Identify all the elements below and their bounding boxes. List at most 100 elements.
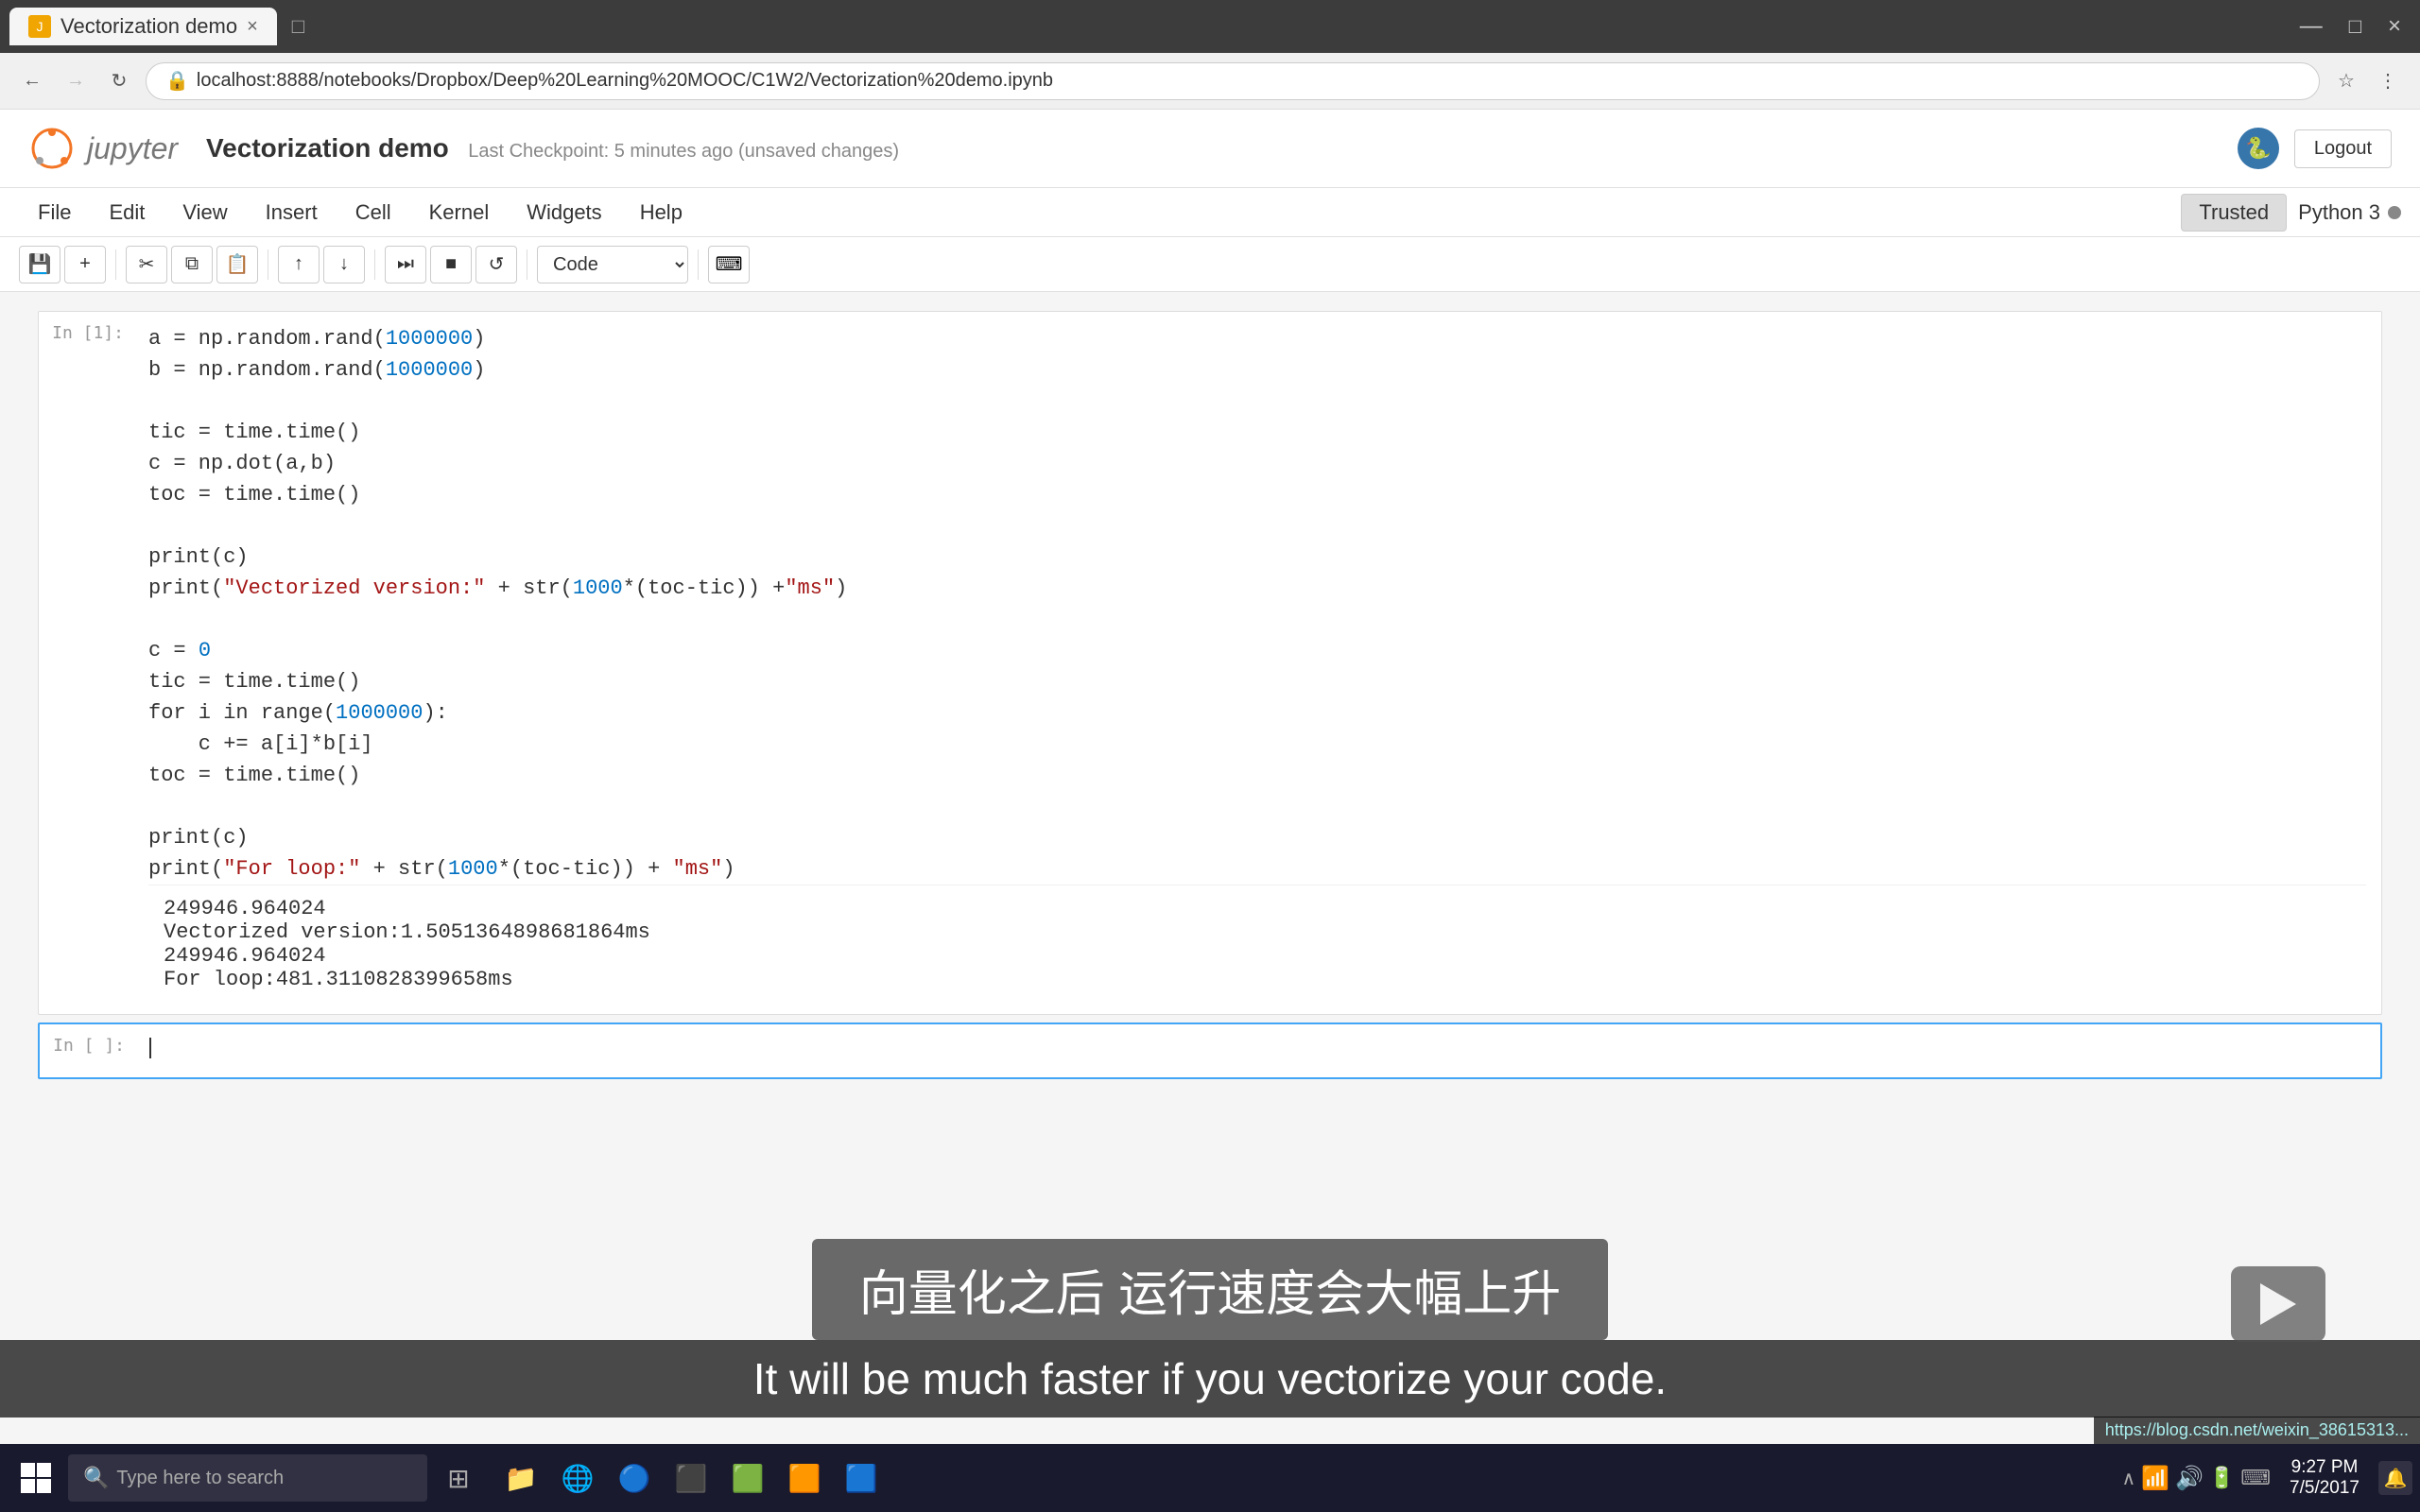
cell-prompt-1: In [1]: <box>39 312 133 1014</box>
cell-type-select[interactable]: Code <box>537 246 688 284</box>
menu-kernel[interactable]: Kernel <box>410 193 509 232</box>
trusted-badge[interactable]: Trusted <box>2181 194 2287 232</box>
cell-output-1: 249946.964024 Vectorized version:1.50513… <box>148 885 2366 1003</box>
subtitle-chinese: 向量化之后 运行速度会大幅上升 <box>812 1239 1608 1340</box>
output-line-2: Vectorized version:1.5051364898681864ms <box>164 920 2351 944</box>
run-button[interactable]: ⏭ <box>385 246 426 284</box>
move-down-button[interactable]: ↓ <box>323 246 365 284</box>
output-line-1: 249946.964024 <box>164 897 2351 920</box>
empty-cell-cursor <box>149 1038 151 1058</box>
volume-icon[interactable]: 🔊 <box>2175 1465 2204 1492</box>
taskbar-icons: 📁 🌐 🔵 ⬛ 🟩 🟧 🟦 <box>493 1450 889 1506</box>
jupyter-logo-svg <box>28 125 76 172</box>
jupyter-logo: jupyter <box>28 125 178 172</box>
python-icon: 🐍 <box>2238 128 2279 169</box>
subtitle-bar: 向量化之后 运行速度会大幅上升 It will be much faster i… <box>0 1239 2420 1418</box>
menu-insert[interactable]: Insert <box>247 193 337 232</box>
windows-logo-icon <box>19 1461 53 1495</box>
empty-cell[interactable]: In [ ]: <box>38 1022 2382 1079</box>
add-cell-button[interactable]: + <box>64 246 106 284</box>
menu-file[interactable]: File <box>19 193 90 232</box>
browser-titlebar: J Vectorization demo × □ — □ × <box>0 0 2420 53</box>
browser-tab-inactive[interactable]: □ <box>277 8 320 45</box>
tab-title: Vectorization demo <box>60 14 237 39</box>
save-button[interactable]: 💾 <box>19 246 60 284</box>
restart-button[interactable]: ↺ <box>475 246 517 284</box>
jupyter-menubar: File Edit View Insert Cell Kernel Widget… <box>0 188 2420 237</box>
reload-button[interactable]: ↻ <box>102 64 136 98</box>
browser-menu-icon[interactable]: ⋮ <box>2371 64 2405 98</box>
move-up-button[interactable]: ↑ <box>278 246 320 284</box>
interrupt-button[interactable]: ■ <box>430 246 472 284</box>
kernel-info: Python 3 <box>2298 200 2401 225</box>
forward-button[interactable]: → <box>59 64 93 98</box>
clock-time: 9:27 PM <box>2290 1457 2360 1478</box>
kernel-status-icon <box>2388 206 2401 219</box>
notifications-button[interactable]: 🔔 <box>2378 1461 2412 1495</box>
address-url: localhost:8888/notebooks/Dropbox/Deep%20… <box>197 70 1053 92</box>
jupyter-header-right: 🐍 Logout <box>2238 128 2392 169</box>
output-line-3: 249946.964024 <box>164 944 2351 968</box>
chevron-up-icon[interactable]: ∧ <box>2121 1467 2135 1490</box>
status-url-bar: https://blog.csdn.net/weixin_38615313... <box>2094 1417 2420 1444</box>
keyboard-icon[interactable]: ⌨ <box>2240 1466 2271 1490</box>
output-line-4: For loop:481.3110828399658ms <box>164 968 2351 991</box>
maximize-icon[interactable]: □ <box>2340 14 2371 39</box>
task-view-button[interactable]: ⊞ <box>431 1450 486 1506</box>
menu-view[interactable]: View <box>164 193 246 232</box>
checkpoint-text: Last Checkpoint: 5 minutes ago (unsaved … <box>468 141 899 162</box>
toolbar-separator-5 <box>698 249 699 280</box>
close-window-icon[interactable]: × <box>2378 13 2411 40</box>
address-bar[interactable]: 🔒 localhost:8888/notebooks/Dropbox/Deep%… <box>146 62 2320 100</box>
jupyter-title-area: Vectorization demo Last Checkpoint: 5 mi… <box>178 133 2238 163</box>
search-placeholder-text: Type here to search <box>116 1468 284 1489</box>
back-button[interactable]: ← <box>15 64 49 98</box>
windows-start-button[interactable] <box>8 1450 64 1506</box>
keyboard-shortcuts-button[interactable]: ⌨ <box>708 246 750 284</box>
menu-widgets[interactable]: Widgets <box>508 193 620 232</box>
browser-toolbar: ← → ↻ 🔒 localhost:8888/notebooks/Dropbox… <box>0 53 2420 110</box>
search-icon: 🔍 <box>83 1466 109 1490</box>
taskbar-icon-chrome[interactable]: 🔵 <box>607 1450 662 1506</box>
notebook-name: Vectorization demo <box>206 133 449 163</box>
menu-cell[interactable]: Cell <box>337 193 410 232</box>
play-button[interactable] <box>2231 1266 2325 1342</box>
browser-tab-active[interactable]: J Vectorization demo × <box>9 8 277 45</box>
logout-button[interactable]: Logout <box>2294 129 2392 168</box>
taskbar-icon-file-explorer[interactable]: 📁 <box>493 1450 548 1506</box>
empty-cell-prompt: In [ ]: <box>40 1024 134 1077</box>
bookmark-icon[interactable]: ☆ <box>2329 64 2363 98</box>
clock-date: 7/5/2017 <box>2290 1478 2360 1499</box>
taskbar-icon-app1[interactable]: 🟩 <box>720 1450 775 1506</box>
taskbar-icon-edge[interactable]: 🌐 <box>550 1450 605 1506</box>
menu-edit[interactable]: Edit <box>90 193 164 232</box>
taskbar-clock[interactable]: 9:27 PM 7/5/2017 <box>2278 1457 2371 1499</box>
menu-help[interactable]: Help <box>621 193 701 232</box>
tab-favicon: J <box>28 15 51 38</box>
taskbar: 🔍 Type here to search ⊞ 📁 🌐 🔵 ⬛ 🟩 🟧 🟦 ∧ … <box>0 1444 2420 1512</box>
cell-editor-1[interactable]: a = np.random.rand(1000000) b = np.rando… <box>133 312 2381 1014</box>
minimize-icon[interactable]: — <box>2290 13 2332 40</box>
jupyter-toolbar: 💾 + ✂ ⧉ 📋 ↑ ↓ ⏭ ■ ↺ Code ⌨ <box>0 237 2420 292</box>
network-icon[interactable]: 📶 <box>2141 1465 2169 1492</box>
paste-button[interactable]: 📋 <box>216 246 258 284</box>
code-editor-1[interactable]: a = np.random.rand(1000000) b = np.rando… <box>148 323 2366 885</box>
taskbar-icon-cmd[interactable]: ⬛ <box>664 1450 718 1506</box>
jupyter-header: jupyter Vectorization demo Last Checkpoi… <box>0 110 2420 188</box>
code-cell-1: In [1]: a = np.random.rand(1000000) b = … <box>38 311 2382 1015</box>
tab-close-icon[interactable]: × <box>247 16 258 38</box>
video-overlay <box>2231 1266 2325 1342</box>
taskbar-icon-app3[interactable]: 🟦 <box>834 1450 889 1506</box>
lock-icon: 🔒 <box>165 69 189 93</box>
battery-icon[interactable]: 🔋 <box>2209 1466 2235 1490</box>
new-tab-icon: □ <box>292 14 304 39</box>
copy-button[interactable]: ⧉ <box>171 246 213 284</box>
empty-cell-editor[interactable] <box>134 1024 2380 1077</box>
toolbar-separator-1 <box>115 249 116 280</box>
kernel-name: Python 3 <box>2298 200 2380 225</box>
toolbar-separator-3 <box>374 249 375 280</box>
taskbar-systray: ∧ 📶 🔊 🔋 ⌨ <box>2121 1465 2271 1492</box>
taskbar-icon-app2[interactable]: 🟧 <box>777 1450 832 1506</box>
taskbar-search-box[interactable]: 🔍 Type here to search <box>68 1454 427 1502</box>
cut-button[interactable]: ✂ <box>126 246 167 284</box>
